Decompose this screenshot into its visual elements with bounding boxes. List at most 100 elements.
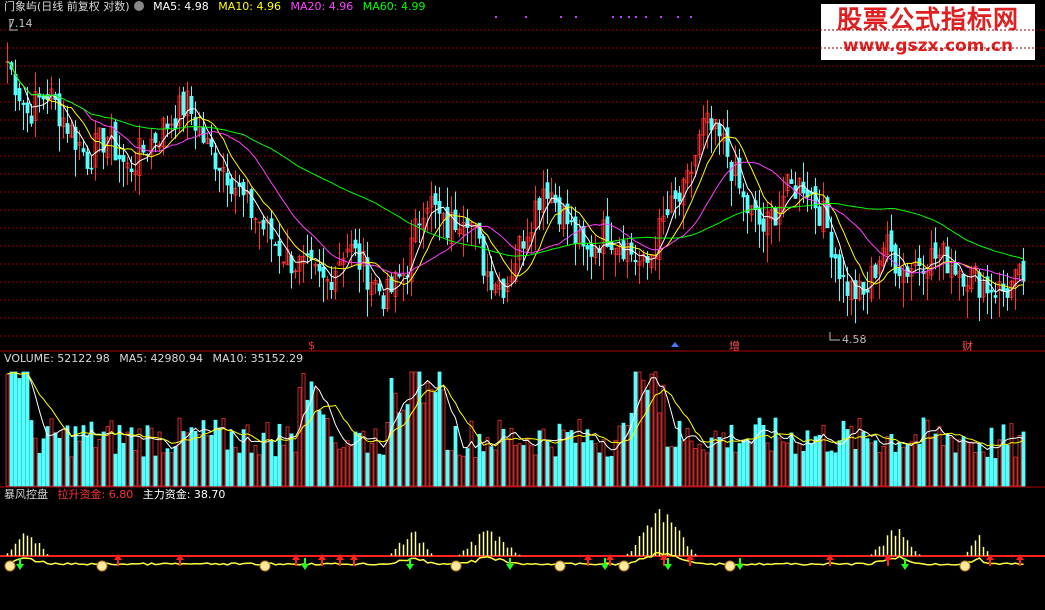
volume-bar <box>177 417 182 487</box>
volume-bar <box>345 440 350 487</box>
volume-bar <box>81 425 86 487</box>
volume-bar <box>553 456 558 487</box>
money-bag-icon <box>959 560 971 572</box>
candle-body <box>537 198 542 211</box>
volume-bar <box>953 452 958 487</box>
volume-bar <box>117 425 122 487</box>
volume-bar <box>493 449 498 487</box>
candle-body <box>1021 260 1026 282</box>
green-down-arrow-icon <box>301 558 309 570</box>
volume-bar <box>481 451 486 487</box>
volume-bar <box>145 425 150 487</box>
volume-bar <box>293 451 298 487</box>
volume-bar <box>609 455 614 487</box>
candle-body <box>329 281 334 290</box>
volume-bar <box>1013 456 1018 487</box>
volume-bar <box>621 422 626 487</box>
volume-bar <box>289 433 294 487</box>
volume-bar <box>693 448 698 487</box>
volume-bar <box>1009 423 1014 487</box>
volume-bar <box>269 440 274 487</box>
chart-canvas[interactable] <box>0 0 1045 610</box>
volume-bar <box>205 435 210 487</box>
volume-bar <box>5 373 10 487</box>
volume-bar <box>121 443 126 487</box>
volume-bar <box>473 457 478 487</box>
volume-bar <box>377 453 382 487</box>
candle-body <box>569 220 574 223</box>
volume-bar <box>673 446 678 487</box>
volume-bar <box>837 440 842 487</box>
candle-body <box>269 218 274 240</box>
candle-body <box>397 274 402 277</box>
volume-bar <box>637 371 642 487</box>
candle-body <box>357 243 362 270</box>
candle-body <box>353 239 358 249</box>
volume-bar <box>369 443 374 487</box>
candle-body <box>481 236 486 276</box>
volume-bar <box>841 420 846 487</box>
volume-bar <box>441 389 446 487</box>
signal-dot <box>620 16 622 18</box>
candle-body <box>273 244 278 246</box>
volume-bar <box>893 451 898 487</box>
volume-bar <box>797 443 802 487</box>
candle-body <box>817 206 822 226</box>
candle-body <box>933 242 938 259</box>
low-price-pointer <box>829 332 840 341</box>
volume-bar <box>125 431 130 487</box>
candle-body <box>17 88 22 102</box>
volume-bar <box>865 438 870 487</box>
volume-bar <box>769 450 774 487</box>
volume-bar <box>133 450 138 487</box>
volume-bar <box>489 446 494 487</box>
volume-bar <box>249 452 254 487</box>
volume-bar <box>557 423 562 487</box>
volume-bar <box>581 442 586 487</box>
volume-bar <box>233 446 238 487</box>
signal-dot <box>628 16 630 18</box>
volume-bar <box>577 418 582 487</box>
candle-body <box>377 283 382 292</box>
signal-dot <box>525 16 527 18</box>
volume-bar <box>69 456 74 487</box>
volume-bar <box>761 424 766 487</box>
candle-body <box>189 95 194 114</box>
volume-bar <box>813 436 818 487</box>
volume-bar <box>97 438 102 487</box>
volume-bar <box>425 382 430 487</box>
volume-bar <box>305 399 310 487</box>
volume-bar <box>717 437 722 487</box>
money-bag-icon <box>450 560 462 572</box>
volume-bar <box>517 443 522 487</box>
volume-bar <box>477 433 482 487</box>
candle-body <box>977 272 982 298</box>
volume-bar <box>381 454 386 487</box>
candle-body <box>321 266 326 278</box>
volume-bar <box>361 430 366 487</box>
candle-body <box>1005 288 1010 298</box>
volume-bar <box>1005 444 1010 487</box>
volume-bar <box>445 449 450 487</box>
volume-bar <box>541 428 546 487</box>
volume-bar <box>461 455 466 487</box>
volume-bar <box>237 452 242 487</box>
volume-bar <box>273 456 278 487</box>
candle-body <box>961 273 966 287</box>
volume-bar <box>229 431 234 487</box>
candle-body <box>833 254 838 259</box>
volume-bar <box>981 451 986 487</box>
volume-bar <box>825 451 830 487</box>
volume-bar <box>169 452 174 487</box>
volume-bar <box>969 441 974 487</box>
volume-bar <box>545 439 550 487</box>
volume-bar <box>349 445 354 487</box>
volume-bar <box>725 447 730 487</box>
volume-bar <box>833 452 838 487</box>
candle-body <box>489 271 494 291</box>
volume-bar <box>697 443 702 487</box>
volume-bar <box>537 430 542 487</box>
volume-bar <box>705 452 710 487</box>
volume-bar <box>993 458 998 487</box>
volume-bar <box>33 437 38 487</box>
